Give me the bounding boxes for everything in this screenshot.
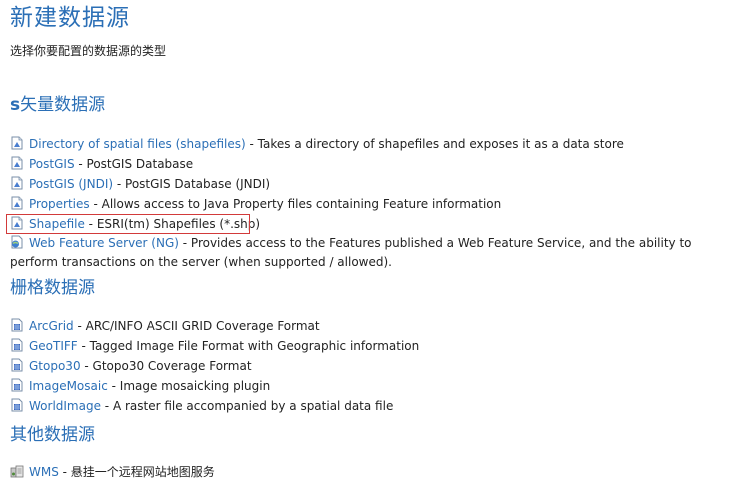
store-description: - ESRI(tm) Shapefiles (*.shp) (84, 217, 261, 231)
list-item: ArcGrid - ARC/INFO ASCII GRID Coverage F… (10, 316, 745, 336)
raster-store-icon (10, 358, 24, 372)
store-description: - PostGIS Database (JNDI) (113, 177, 271, 191)
store-link-shapefile[interactable]: Shapefile (29, 217, 85, 231)
list-item: PostGIS (JNDI) - PostGIS Database (JNDI) (10, 174, 745, 194)
store-description: - A raster file accompanied by a spatial… (100, 399, 394, 413)
list-item: PostGIS - PostGIS Database (10, 154, 745, 174)
wfs-store-icon (10, 235, 24, 249)
store-description: - PostGIS Database (74, 157, 194, 171)
store-description: - ARC/INFO ASCII GRID Coverage Format (73, 319, 320, 333)
list-item: ImageMosaic - Image mosaicking plugin (10, 376, 745, 396)
store-description: - Gtopo30 Coverage Format (80, 359, 252, 373)
wms-store-icon (10, 464, 24, 478)
store-link-directory[interactable]: Directory of spatial files (shapefiles) (29, 137, 246, 151)
vector-store-icon (10, 156, 24, 170)
vector-store-icon (10, 176, 24, 190)
raster-store-icon (10, 318, 24, 332)
store-link-imagemosaic[interactable]: ImageMosaic (29, 379, 108, 393)
store-link-arcgrid[interactable]: ArcGrid (29, 319, 74, 333)
vector-store-icon (10, 216, 24, 230)
raster-store-list: ArcGrid - ARC/INFO ASCII GRID Coverage F… (10, 316, 745, 416)
raster-store-icon (10, 398, 24, 412)
other-store-list: WMS - 悬挂一个远程网站地图服务 (10, 462, 745, 482)
store-description: - Image mosaicking plugin (107, 379, 271, 393)
page-subtitle: 选择你要配置的数据源的类型 (10, 44, 167, 58)
page-title: 新建数据源 (10, 5, 130, 31)
list-item: Web Feature Server (NG) - Provides acces… (10, 234, 745, 272)
vector-store-list: Directory of spatial files (shapefiles) … (6, 134, 745, 272)
section-title-raster: 栅格数据源 (10, 278, 95, 298)
raster-store-icon (10, 378, 24, 392)
vector-store-icon (10, 196, 24, 210)
store-link-properties[interactable]: Properties (29, 197, 90, 211)
list-item: Properties - Allows access to Java Prope… (10, 194, 745, 214)
store-link-gtopo30[interactable]: Gtopo30 (29, 359, 81, 373)
list-item: Directory of spatial files (shapefiles) … (10, 134, 745, 154)
store-description: - Tagged Image File Format with Geograph… (77, 339, 420, 353)
vector-store-icon (10, 136, 24, 150)
section-title-text: 矢量数据源 (20, 95, 106, 115)
list-item: WorldImage - A raster file accompanied b… (10, 396, 745, 416)
list-item: GeoTIFF - Tagged Image File Format with … (10, 336, 745, 356)
store-description: - Takes a directory of shapefiles and ex… (245, 137, 624, 151)
store-link-wms[interactable]: WMS (29, 465, 59, 479)
section-title-vector: s矢量数据源 (10, 93, 105, 117)
list-item: Gtopo30 - Gtopo30 Coverage Format (10, 356, 745, 376)
store-link-wfs[interactable]: Web Feature Server (NG) (29, 236, 179, 250)
list-item: Shapefile - ESRI(tm) Shapefiles (*.shp) (6, 214, 745, 234)
store-description: - Allows access to Java Property files c… (89, 197, 502, 211)
store-link-worldimage[interactable]: WorldImage (29, 399, 101, 413)
section-title-other: 其他数据源 (10, 425, 95, 445)
store-description: - 悬挂一个远程网站地图服务 (58, 465, 215, 479)
store-link-geotiff[interactable]: GeoTIFF (29, 339, 78, 353)
store-link-postgis[interactable]: PostGIS (29, 157, 75, 171)
section-prefix: s (10, 95, 21, 115)
store-link-postgis-jndi[interactable]: PostGIS (JNDI) (29, 177, 113, 191)
raster-store-icon (10, 338, 24, 352)
list-item: WMS - 悬挂一个远程网站地图服务 (10, 462, 745, 482)
